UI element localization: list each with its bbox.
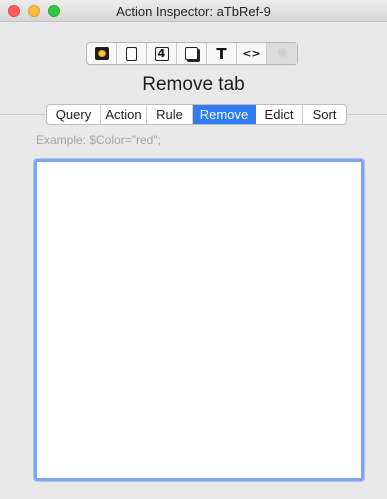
tab-rule[interactable]: Rule (147, 105, 193, 124)
inspector-toolbar: 4 T <> ✹ (86, 42, 298, 65)
gear-icon: ✹ (275, 44, 289, 62)
tab-sort[interactable]: Sort (303, 105, 346, 124)
remove-action-editor[interactable] (34, 159, 364, 481)
appearance-inspector-button[interactable] (117, 43, 147, 64)
inspector-content: 4 T <> ✹ Remove tab Query Action Rule Re… (0, 22, 387, 499)
appearance-icon (126, 46, 137, 61)
general-inspector-button[interactable] (87, 43, 117, 64)
text-format-inspector-button[interactable]: T (207, 43, 237, 64)
panel-heading: Remove tab (142, 74, 245, 95)
text-format-icon: T (216, 44, 227, 63)
action-tabs: Query Action Rule Remove Edict Sort (46, 104, 347, 125)
title-bar: Action Inspector: aTbRef-9 (0, 0, 387, 22)
shadow-icon (185, 47, 198, 60)
tab-edict[interactable]: Edict (256, 105, 303, 124)
tab-action[interactable]: Action (101, 105, 147, 124)
text-inspector-button[interactable]: 4 (147, 43, 177, 64)
shadow-inspector-button[interactable] (177, 43, 207, 64)
code-icon: <> (242, 47, 261, 60)
tab-query[interactable]: Query (47, 105, 101, 124)
general-icon (94, 47, 109, 60)
action-inspector-button[interactable]: ✹ (267, 43, 297, 64)
example-hint: Example: $Color="red"; (36, 133, 161, 147)
window-title: Action Inspector: aTbRef-9 (116, 4, 271, 19)
numeral-icon: 4 (154, 46, 169, 61)
tab-remove[interactable]: Remove (193, 105, 256, 124)
code-inspector-button[interactable]: <> (237, 43, 267, 64)
